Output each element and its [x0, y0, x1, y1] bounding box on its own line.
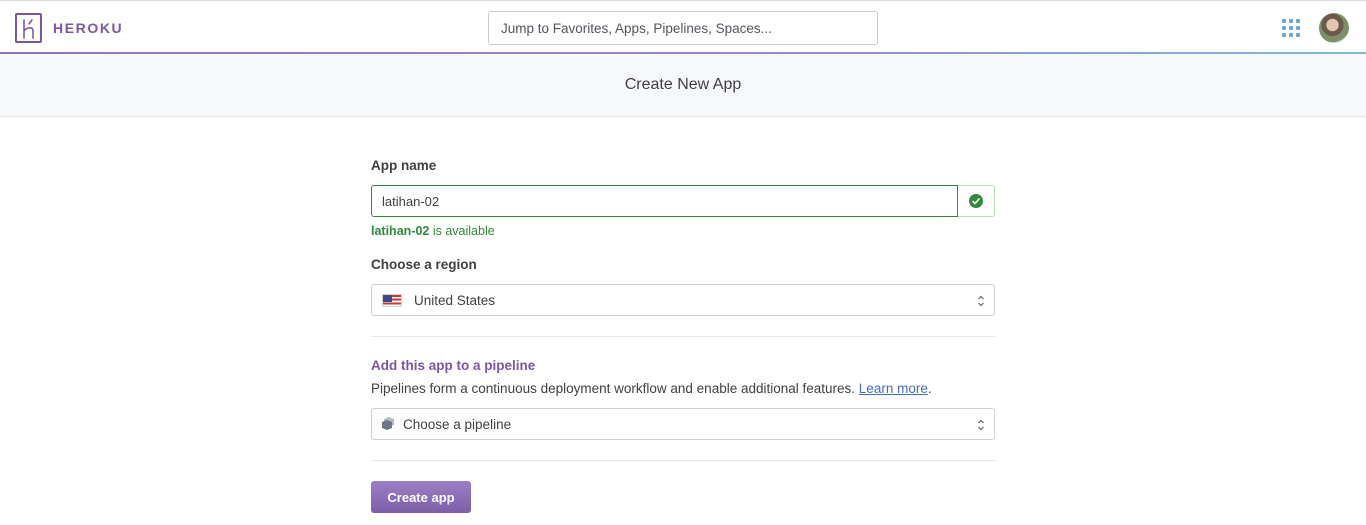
divider: [371, 336, 995, 337]
pipeline-section-title: Add this app to a pipeline: [371, 358, 536, 373]
heroku-home-link[interactable]: HEROKU: [15, 13, 123, 43]
heroku-logo-icon: [15, 13, 42, 43]
user-avatar[interactable]: [1319, 13, 1349, 43]
search-input[interactable]: [488, 11, 878, 45]
select-chevrons-icon: [978, 295, 984, 307]
region-label: Choose a region: [371, 257, 477, 272]
name-status: [958, 185, 995, 217]
app-name-input[interactable]: [371, 185, 958, 217]
app-name-field-group: [371, 185, 995, 217]
pipeline-description-suffix: .: [927, 381, 932, 396]
pipeline-description-text: Pipelines form a continuous deployment w…: [371, 381, 859, 396]
grid-icon[interactable]: [1282, 19, 1300, 37]
pipeline-icon: [382, 417, 394, 430]
pipeline-description: Pipelines form a continuous deployment w…: [371, 381, 932, 396]
app-name-label: App name: [371, 158, 437, 173]
divider: [371, 460, 995, 461]
top-navigation: HEROKU: [0, 0, 1366, 55]
availability-message: latihan-02 is available: [371, 224, 495, 238]
check-circle-icon: [969, 194, 983, 208]
available-app-name: latihan-02: [371, 224, 430, 238]
us-flag-icon: [382, 293, 402, 307]
page-header: Create New App: [0, 54, 1366, 117]
select-chevrons-icon: [978, 419, 984, 431]
page-title: Create New App: [624, 76, 742, 93]
create-app-button[interactable]: Create app: [371, 481, 471, 513]
pipeline-select[interactable]: Choose a pipeline: [371, 408, 995, 440]
region-select[interactable]: United States: [371, 284, 995, 316]
learn-more-link[interactable]: Learn more: [859, 381, 928, 396]
region-value: United States: [414, 292, 496, 308]
availability-text: is available: [429, 224, 495, 238]
brand-name: HEROKU: [53, 20, 124, 36]
pipeline-value: Choose a pipeline: [403, 416, 512, 432]
